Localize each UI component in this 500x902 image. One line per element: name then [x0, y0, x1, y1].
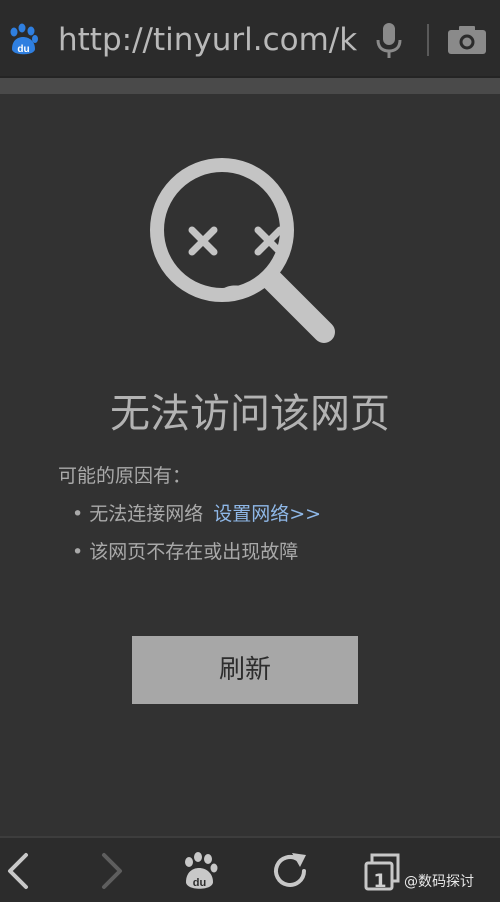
toolbar-divider	[427, 24, 429, 56]
home-paw-icon[interactable]: du	[178, 849, 222, 893]
forward-arrow-icon[interactable]	[88, 849, 132, 893]
refresh-button[interactable]: 刷新	[132, 636, 358, 704]
error-title: 无法访问该网页	[110, 391, 390, 437]
network-settings-link[interactable]: 设置网络>>	[213, 503, 321, 525]
reason-item: • 无法连接网络 设置网络>>	[72, 500, 321, 528]
bullet: •	[72, 503, 84, 525]
tab-count: 1	[373, 870, 387, 892]
microphone-icon[interactable]	[372, 20, 406, 60]
loading-strip	[0, 78, 500, 94]
reason-item: • 该网页不存在或出现故障	[72, 538, 298, 566]
sad-magnifier-icon	[150, 158, 335, 343]
svg-text:du: du	[17, 44, 29, 55]
reason-text: 无法连接网络	[89, 503, 204, 525]
baidu-paw-icon[interactable]: du	[6, 23, 40, 57]
back-arrow-icon[interactable]	[0, 849, 44, 893]
refresh-icon[interactable]	[268, 849, 312, 893]
camera-icon[interactable]	[446, 24, 488, 56]
reason-text: 该网页不存在或出现故障	[89, 541, 299, 563]
svg-text:du: du	[193, 877, 206, 889]
url-text[interactable]: http://tinyurl.com/k	[58, 20, 358, 60]
bottom-toolbar	[0, 836, 500, 902]
bullet: •	[72, 541, 84, 563]
reasons-heading: 可能的原因有：	[58, 465, 192, 487]
watermark: @数码探讨	[404, 874, 474, 890]
address-bar: du http://tinyurl.com/k	[0, 0, 500, 78]
